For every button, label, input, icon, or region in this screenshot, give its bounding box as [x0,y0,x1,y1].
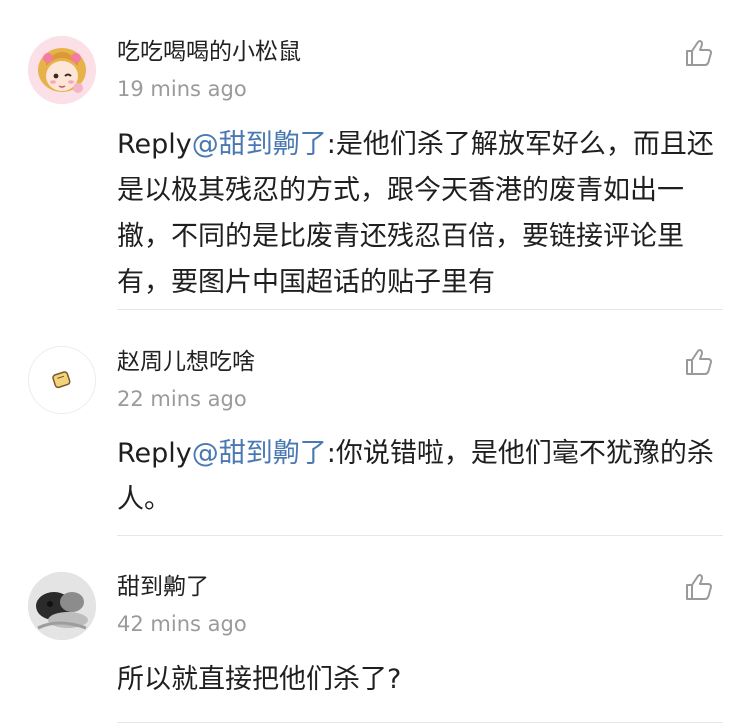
like-button[interactable] [684,572,714,602]
photo-avatar-icon [28,572,96,640]
comment-content: 所以就直接把他们杀了? [117,664,402,695]
comment-text: Reply@甜到齁了:你说错啦，是他们毫不犹豫的杀人。 [117,431,723,523]
comment-text: Reply@甜到齁了:是他们杀了解放军好么，而且还是以极其残忍的方式，跟今天香港… [117,122,723,306]
like-button[interactable] [684,347,714,377]
avatar[interactable] [28,572,96,640]
timestamp: 19 mins ago [117,77,247,101]
avatar[interactable] [28,36,96,104]
thumbs-up-icon [686,40,712,66]
reply-prefix: Reply [117,438,192,469]
username[interactable]: 赵周儿想吃啥 [117,347,255,377]
mention-link[interactable]: @甜到齁了 [192,129,327,160]
mention-link[interactable]: @甜到齁了 [192,438,327,469]
avatar[interactable] [28,346,96,414]
divider [117,309,723,310]
username[interactable]: 甜到齁了 [117,572,209,602]
username[interactable]: 吃吃喝喝的小松鼠 [117,37,301,67]
thumbs-up-icon [686,349,712,375]
cartoon-girl-avatar-icon [28,36,96,104]
divider [117,722,723,723]
divider [117,535,723,536]
reply-prefix: Reply [117,129,192,160]
timestamp: 22 mins ago [117,387,247,411]
comment-text: 所以就直接把他们杀了? [117,657,723,703]
toast-avatar-icon [29,347,95,413]
like-button[interactable] [684,38,714,68]
timestamp: 42 mins ago [117,612,247,636]
thumbs-up-icon [686,574,712,600]
